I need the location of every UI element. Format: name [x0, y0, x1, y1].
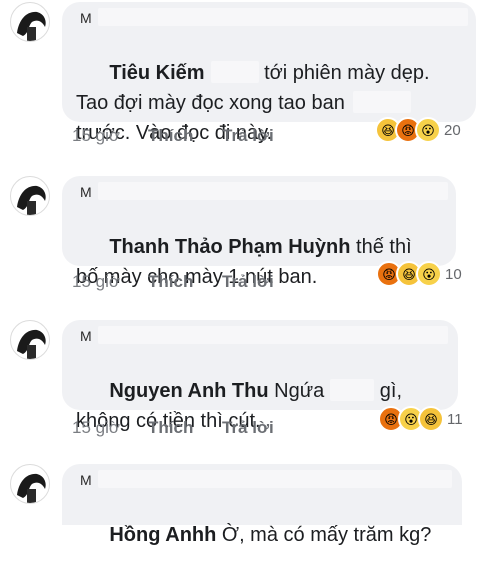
user-avatar-icon	[17, 11, 46, 41]
avatar[interactable]	[10, 2, 50, 42]
timestamp[interactable]: 15 giờ	[72, 126, 120, 146]
reaction-count: 11	[447, 410, 463, 428]
redacted-text	[330, 379, 375, 401]
author-name[interactable]: M	[80, 184, 92, 200]
reply-button[interactable]: Trả lời	[222, 272, 274, 292]
comment-text: Hồng Anhh Ờ, mà có mấy trăm kg?	[109, 524, 432, 546]
mention-link[interactable]: Hồng Anhh	[109, 524, 216, 546]
comment-bubble: M Tiêu Kiếm tới phiên mày dẹp. Tao đợi mà…	[62, 2, 476, 144]
timestamp[interactable]: 15 giờ	[72, 418, 120, 438]
user-avatar-icon	[17, 185, 46, 215]
timestamp[interactable]: 15 giờ	[72, 272, 120, 292]
author-name[interactable]: M	[80, 328, 92, 344]
user-avatar-icon	[17, 329, 46, 359]
reply-button[interactable]: Trả lời	[222, 126, 274, 146]
comment-bubble: M Nguyen Anh Thu Ngứa gì, không có tiền t…	[62, 320, 458, 432]
redacted-name	[98, 326, 448, 344]
redacted-text	[210, 61, 259, 83]
avatar[interactable]	[10, 176, 50, 216]
user-avatar-icon	[17, 473, 46, 503]
reaction-summary[interactable]: 😡 😮 😆 11	[378, 406, 463, 432]
author-name[interactable]: M	[80, 10, 92, 26]
comment-bubble: M Hồng Anhh Ờ, mà có mấy trăm kg?	[62, 464, 462, 546]
wow-icon: 😮	[415, 117, 441, 143]
mention-link[interactable]: Tiêu Kiếm	[109, 62, 204, 84]
redacted-name	[98, 8, 468, 26]
redacted-text	[352, 91, 411, 113]
avatar[interactable]	[10, 464, 50, 504]
mention-link[interactable]: Thanh Thảo Phạm Huỳnh	[109, 236, 350, 258]
reply-button[interactable]: Trả lời	[222, 418, 274, 438]
comment-bubble: M Thanh Thảo Phạm Huỳnh thế thì bố mày ch…	[62, 176, 456, 288]
haha-icon: 😆	[418, 406, 444, 432]
redacted-name	[98, 470, 452, 488]
wow-icon: 😮	[416, 261, 442, 287]
like-button[interactable]: Thích	[148, 418, 193, 438]
reaction-count: 10	[445, 265, 462, 283]
comment-text: Tiêu Kiếm tới phiên mày dẹp. Tao đợi mày …	[76, 61, 430, 144]
like-button[interactable]: Thích	[148, 126, 193, 146]
like-button[interactable]: Thích	[148, 272, 193, 292]
avatar[interactable]	[10, 320, 50, 360]
reaction-summary[interactable]: 😆 😡 😮 20	[375, 117, 461, 143]
reaction-summary[interactable]: 😡 😆 😮 10	[376, 261, 462, 287]
redacted-name	[98, 182, 448, 200]
author-name[interactable]: M	[80, 472, 92, 488]
mention-link[interactable]: Nguyen Anh Thu	[109, 380, 268, 402]
reaction-count: 20	[444, 121, 461, 139]
